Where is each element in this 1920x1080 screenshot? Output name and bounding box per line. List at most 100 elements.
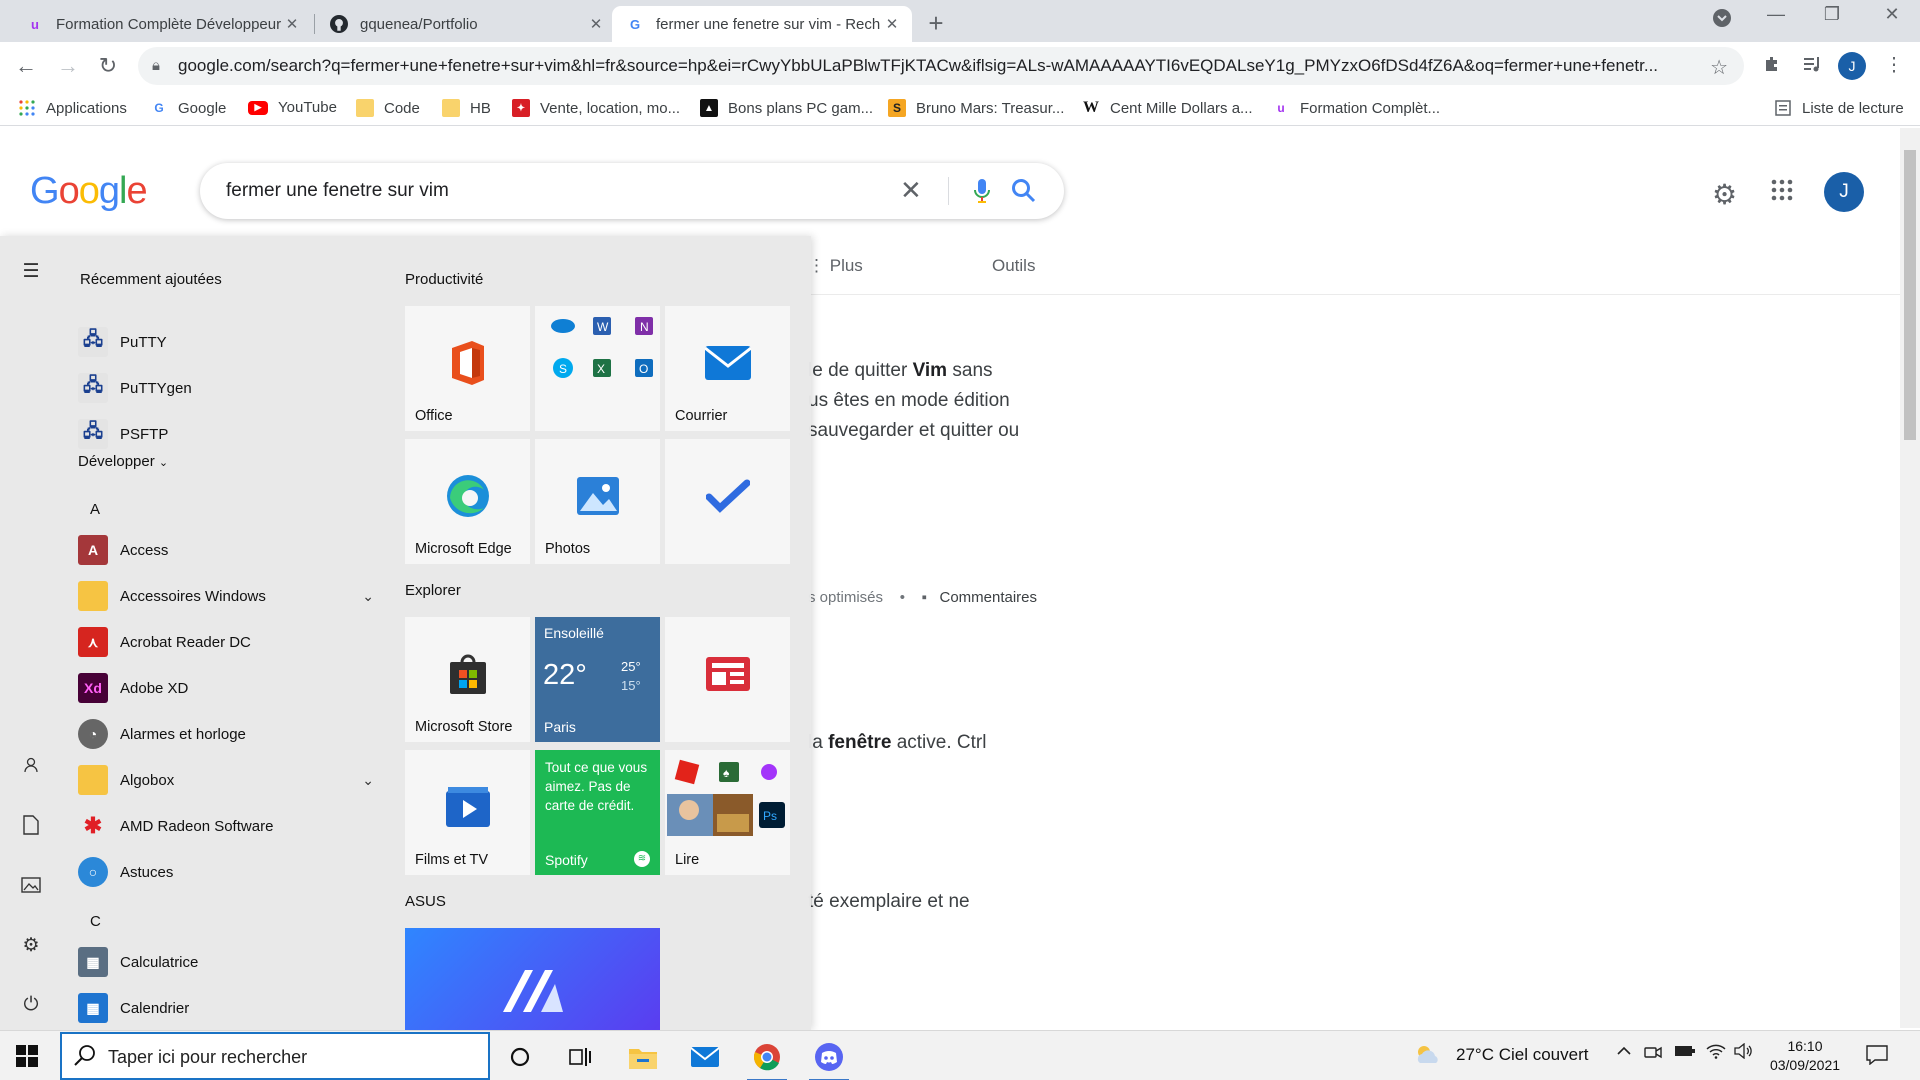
google-account-avatar[interactable]: J — [1824, 172, 1864, 212]
user-icon[interactable] — [18, 752, 44, 778]
app-astuces[interactable]: ○ Astuces — [78, 851, 378, 893]
app-amd-radeon[interactable]: ✱ AMD Radeon Software — [78, 805, 378, 847]
search-box[interactable]: fermer une fenetre sur vim ✕ — [200, 163, 1064, 219]
app-alarmes-horloge[interactable]: ◔ Alarmes et horloge — [78, 713, 378, 755]
feedback-icon[interactable]: ▪ — [922, 589, 927, 606]
maximize-button[interactable]: ❐ — [1812, 4, 1852, 25]
close-icon[interactable]: ✕ — [586, 15, 606, 33]
tile-photos[interactable]: Photos — [535, 439, 660, 564]
settings-gear-icon[interactable]: ⚙ — [1712, 178, 1737, 211]
tile-todo[interactable] — [665, 439, 790, 564]
minimize-button[interactable]: — — [1756, 4, 1796, 25]
back-button[interactable]: ← — [12, 52, 40, 80]
microphone-icon[interactable] — [970, 177, 994, 205]
taskbar-clock[interactable]: 16:10 03/09/2021 — [1750, 1037, 1860, 1075]
tile-asus-myasus[interactable] — [405, 928, 660, 1030]
tile-films-tv[interactable]: Films et TV — [405, 750, 530, 875]
google-apps-icon[interactable] — [1770, 178, 1794, 202]
url-text[interactable]: google.com/search?q=fermer+une+fenetre+s… — [178, 56, 1698, 76]
close-icon[interactable]: ✕ — [282, 15, 302, 33]
app-adobe-xd[interactable]: Xd Adobe XD — [78, 667, 378, 709]
google-logo[interactable]: Google — [30, 170, 148, 213]
taskbar-weather-text[interactable]: 27°C Ciel couvert — [1456, 1045, 1588, 1065]
settings-icon[interactable]: ⚙ — [18, 932, 44, 958]
file-explorer-icon[interactable] — [618, 1037, 668, 1077]
lock-icon[interactable]: 🔒︎ — [152, 57, 160, 74]
bookmark-applications[interactable]: Applications — [18, 99, 127, 117]
group-header-asus[interactable]: ASUS — [405, 893, 446, 910]
menu-icon[interactable]: ⋮ — [1880, 54, 1908, 77]
battery-icon[interactable] — [1674, 1043, 1696, 1064]
cortana-icon[interactable] — [495, 1037, 545, 1077]
notifications-icon[interactable] — [1866, 1045, 1888, 1070]
app-calculatrice[interactable]: ▦ Calculatrice — [78, 941, 378, 983]
chevron-up-icon[interactable] — [1616, 1043, 1632, 1064]
bookmark-formation[interactable]: u Formation Complèt... — [1272, 99, 1440, 117]
taskbar-search-box[interactable]: Taper ici pour rechercher — [60, 1032, 490, 1080]
documents-icon[interactable] — [18, 812, 44, 838]
tab-github[interactable]: gquenea/Portfolio ✕ — [316, 6, 616, 42]
cloud-weather-icon[interactable] — [1414, 1043, 1442, 1070]
app-psftp[interactable]: 🖧 PSFTP — [78, 413, 378, 455]
profile-avatar[interactable]: J — [1838, 52, 1866, 80]
letter-header-a[interactable]: A — [90, 501, 100, 518]
tab-outils[interactable]: Outils — [992, 256, 1035, 276]
close-icon[interactable]: ✕ — [882, 15, 902, 33]
bookmark-bruno-mars[interactable]: S Bruno Mars: Treasur... — [888, 99, 1064, 117]
bookmark-folder-code[interactable]: Code — [356, 99, 420, 117]
mail-icon[interactable] — [680, 1037, 730, 1077]
tile-courrier[interactable]: Courrier — [665, 306, 790, 431]
tab-formation[interactable]: u Formation Complète Développeur ✕ — [12, 6, 312, 42]
power-icon[interactable]: ⏻ — [18, 992, 44, 1018]
bookmark-folder-hb[interactable]: HB — [442, 99, 491, 117]
app-acrobat-reader[interactable]: ⋏ Acrobat Reader DC — [78, 621, 378, 663]
tile-office-apps-folder[interactable]: W N S X O — [535, 306, 660, 431]
extensions-icon[interactable] — [1758, 54, 1786, 80]
group-header-productivite[interactable]: Productivité — [405, 271, 483, 288]
tile-news[interactable] — [665, 617, 790, 742]
reading-list[interactable]: Liste de lecture — [1774, 99, 1904, 117]
tab-google-search[interactable]: G fermer une fenetre sur vim - Rech ✕ — [612, 6, 912, 42]
tile-lire-folder[interactable]: ♠ Ps Lire — [665, 750, 790, 875]
letter-header-c[interactable]: C — [90, 913, 101, 930]
app-access[interactable]: A Access — [78, 529, 378, 571]
taskbar-search-input[interactable]: Taper ici pour rechercher — [108, 1047, 307, 1068]
close-window-button[interactable]: ✕ — [1872, 4, 1912, 25]
bookmark-youtube[interactable]: ▶ YouTube — [248, 99, 337, 116]
pictures-icon[interactable] — [18, 872, 44, 898]
tile-microsoft-store[interactable]: Microsoft Store — [405, 617, 530, 742]
tab-plus[interactable]: ⋮ Plus — [808, 256, 863, 276]
bookmark-google[interactable]: G Google — [150, 99, 226, 117]
scrollbar-thumb[interactable] — [1904, 150, 1916, 440]
task-view-icon[interactable] — [555, 1037, 605, 1077]
search-input[interactable]: fermer une fenetre sur vim — [226, 180, 449, 202]
clear-icon[interactable]: ✕ — [900, 175, 922, 206]
app-accessoires-windows[interactable]: Accessoires Windows ⌄ — [78, 575, 374, 617]
search-icon[interactable] — [1010, 177, 1038, 205]
bookmark-cent-mille[interactable]: W Cent Mille Dollars a... — [1082, 99, 1253, 117]
tile-microsoft-edge[interactable]: Microsoft Edge — [405, 439, 530, 564]
media-control-icon[interactable] — [1798, 54, 1826, 80]
address-bar[interactable]: 🔒︎ google.com/search?q=fermer+une+fenetr… — [138, 47, 1744, 85]
chrome-icon[interactable] — [742, 1037, 792, 1080]
forward-button[interactable]: → — [54, 52, 82, 80]
bookmark-star-icon[interactable]: ☆ — [1710, 55, 1728, 80]
group-header-explorer[interactable]: Explorer — [405, 582, 461, 599]
hamburger-menu-icon[interactable]: ☰ — [18, 258, 44, 284]
app-puttygen[interactable]: 🖧 PuTTYgen — [78, 367, 378, 409]
app-calendrier[interactable]: ▦ Calendrier — [78, 987, 378, 1029]
app-algobox[interactable]: Algobox ⌄ — [78, 759, 374, 801]
tile-office[interactable]: Office — [405, 306, 530, 431]
windows-start-icon[interactable] — [16, 1045, 38, 1072]
discord-icon[interactable] — [804, 1037, 854, 1080]
tile-weather[interactable]: Ensoleillé 22° 25° 15° Paris — [535, 617, 660, 742]
reload-button[interactable]: ↻ — [94, 52, 122, 80]
meet-now-icon[interactable] — [1644, 1043, 1662, 1066]
bookmark-bons-plans[interactable]: ▲ Bons plans PC gam... — [700, 99, 873, 117]
new-tab-button[interactable]: + — [922, 8, 950, 39]
bookmark-vente[interactable]: ✦ Vente, location, mo... — [512, 99, 680, 117]
wifi-icon[interactable] — [1706, 1043, 1726, 1064]
app-putty[interactable]: 🖧 PuTTY — [78, 321, 378, 363]
tab-search-icon[interactable] — [1702, 8, 1742, 33]
feedback-link[interactable]: Commentaires — [939, 589, 1037, 606]
